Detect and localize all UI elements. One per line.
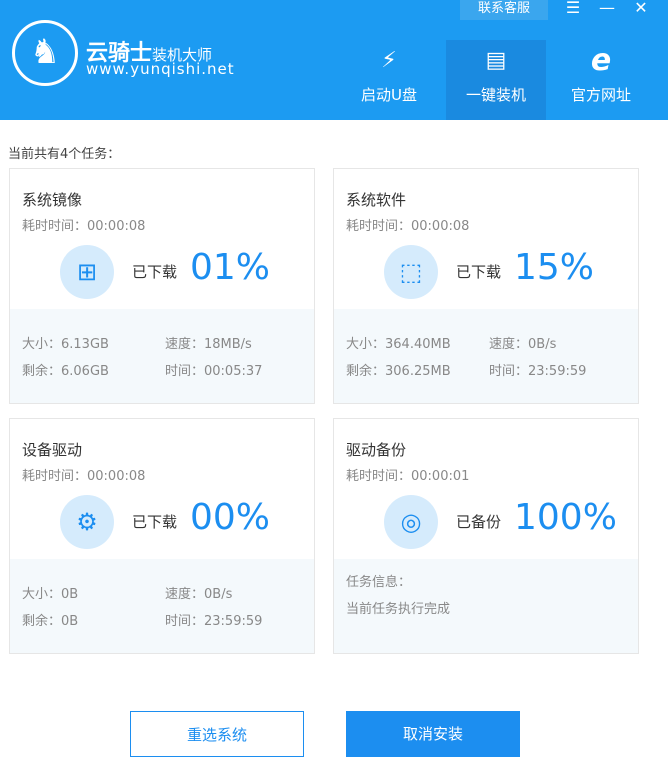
remaining: 剩余：0B <box>22 614 79 629</box>
task-count: 当前共有4个任务： <box>8 147 121 162</box>
size: 大小：364.40MB <box>346 337 451 352</box>
status-label: 已下载 <box>132 513 178 531</box>
speed: 速度：18MB/s <box>165 337 252 352</box>
card-title: 系统软件 <box>346 191 407 209</box>
nav-official-site[interactable]: e 官方网址 <box>562 40 640 120</box>
elapsed-time: 耗时时间：00:00:08 <box>346 219 470 234</box>
progress-percent: 01% <box>190 247 271 288</box>
status-label: 已下载 <box>456 263 502 281</box>
card-title: 系统镜像 <box>22 191 83 209</box>
speed: 速度：0B/s <box>165 587 233 602</box>
nav-one-key-install[interactable]: ▤ 一键装机 <box>446 40 546 120</box>
nav-usb-boot[interactable]: ⚡ 启动U盘 <box>350 40 428 120</box>
stats-panel: 大小：0B 速度：0B/s 剩余：0B 时间：23:59:59 <box>10 559 314 653</box>
elapsed-time: 耗时时间：00:00:08 <box>22 219 146 234</box>
stats-panel: 大小：364.40MB 速度：0B/s 剩余：306.25MB 时间：23:59… <box>334 309 638 403</box>
task-card-system-image: 系统镜像 耗时时间：00:00:08 ⊞ 已下载 01% 大小：6.13GB 速… <box>9 168 315 404</box>
site-url: www.yunqishi.net <box>86 60 235 78</box>
progress-percent: 100% <box>514 497 617 538</box>
monitor-icon: ▤ <box>485 48 507 73</box>
task-card-system-software: 系统软件 耗时时间：00:00:08 ⬚ 已下载 15% 大小：364.40MB… <box>333 168 639 404</box>
software-box-icon: ⬚ <box>384 245 438 299</box>
task-card-device-driver: 设备驱动 耗时时间：00:00:08 ⚙ 已下载 00% 大小：0B 速度：0B… <box>9 418 315 654</box>
card-title: 驱动备份 <box>346 441 407 459</box>
progress-percent: 15% <box>514 247 595 288</box>
hard-disk-icon: ◎ <box>384 495 438 549</box>
task-card-driver-backup: 驱动备份 耗时时间：00:00:01 ◎ 已备份 100% 任务信息： 当前任务… <box>333 418 639 654</box>
knight-logo-icon: ♞ <box>12 20 78 86</box>
remaining: 剩余：306.25MB <box>346 364 451 379</box>
ie-icon: e <box>590 43 612 78</box>
card-title: 设备驱动 <box>22 441 83 459</box>
info-panel: 任务信息： 当前任务执行完成 <box>334 559 638 653</box>
cancel-install-button[interactable]: 取消安装 <box>346 711 520 757</box>
remaining: 剩余：6.06GB <box>22 364 109 379</box>
windows-icon: ⊞ <box>60 245 114 299</box>
status-label: 已下载 <box>132 263 178 281</box>
task-info-label: 任务信息： <box>346 575 412 590</box>
driver-gear-icon: ⚙ <box>60 495 114 549</box>
speed: 速度：0B/s <box>489 337 557 352</box>
usb-icon: ⚡ <box>381 48 397 73</box>
stats-panel: 大小：6.13GB 速度：18MB/s 剩余：6.06GB 时间：00:05:3… <box>10 309 314 403</box>
size: 大小：6.13GB <box>22 337 109 352</box>
minimize-icon[interactable]: — <box>596 0 618 17</box>
contact-support-button[interactable]: 联系客服 <box>460 0 548 20</box>
time-left: 时间：23:59:59 <box>489 364 587 379</box>
time-left: 时间：23:59:59 <box>165 614 263 629</box>
task-info: 当前任务执行完成 <box>346 602 451 617</box>
status-label: 已备份 <box>456 513 502 531</box>
close-icon[interactable]: ✕ <box>630 0 652 17</box>
nav-label: 启动U盘 <box>361 86 417 104</box>
nav-label: 一键装机 <box>465 86 526 104</box>
reselect-system-button[interactable]: 重选系统 <box>130 711 304 757</box>
time-left: 时间：00:05:37 <box>165 364 263 379</box>
elapsed-time: 耗时时间：00:00:08 <box>22 469 146 484</box>
elapsed-time: 耗时时间：00:00:01 <box>346 469 470 484</box>
size: 大小：0B <box>22 587 79 602</box>
nav-label: 官方网址 <box>570 86 631 104</box>
progress-percent: 00% <box>190 497 271 538</box>
menu-icon[interactable]: ☰ <box>562 0 584 17</box>
header: ♞ 云骑士装机大师 www.yunqishi.net 联系客服 ☰ — ✕ ⚡ 启… <box>0 0 668 120</box>
